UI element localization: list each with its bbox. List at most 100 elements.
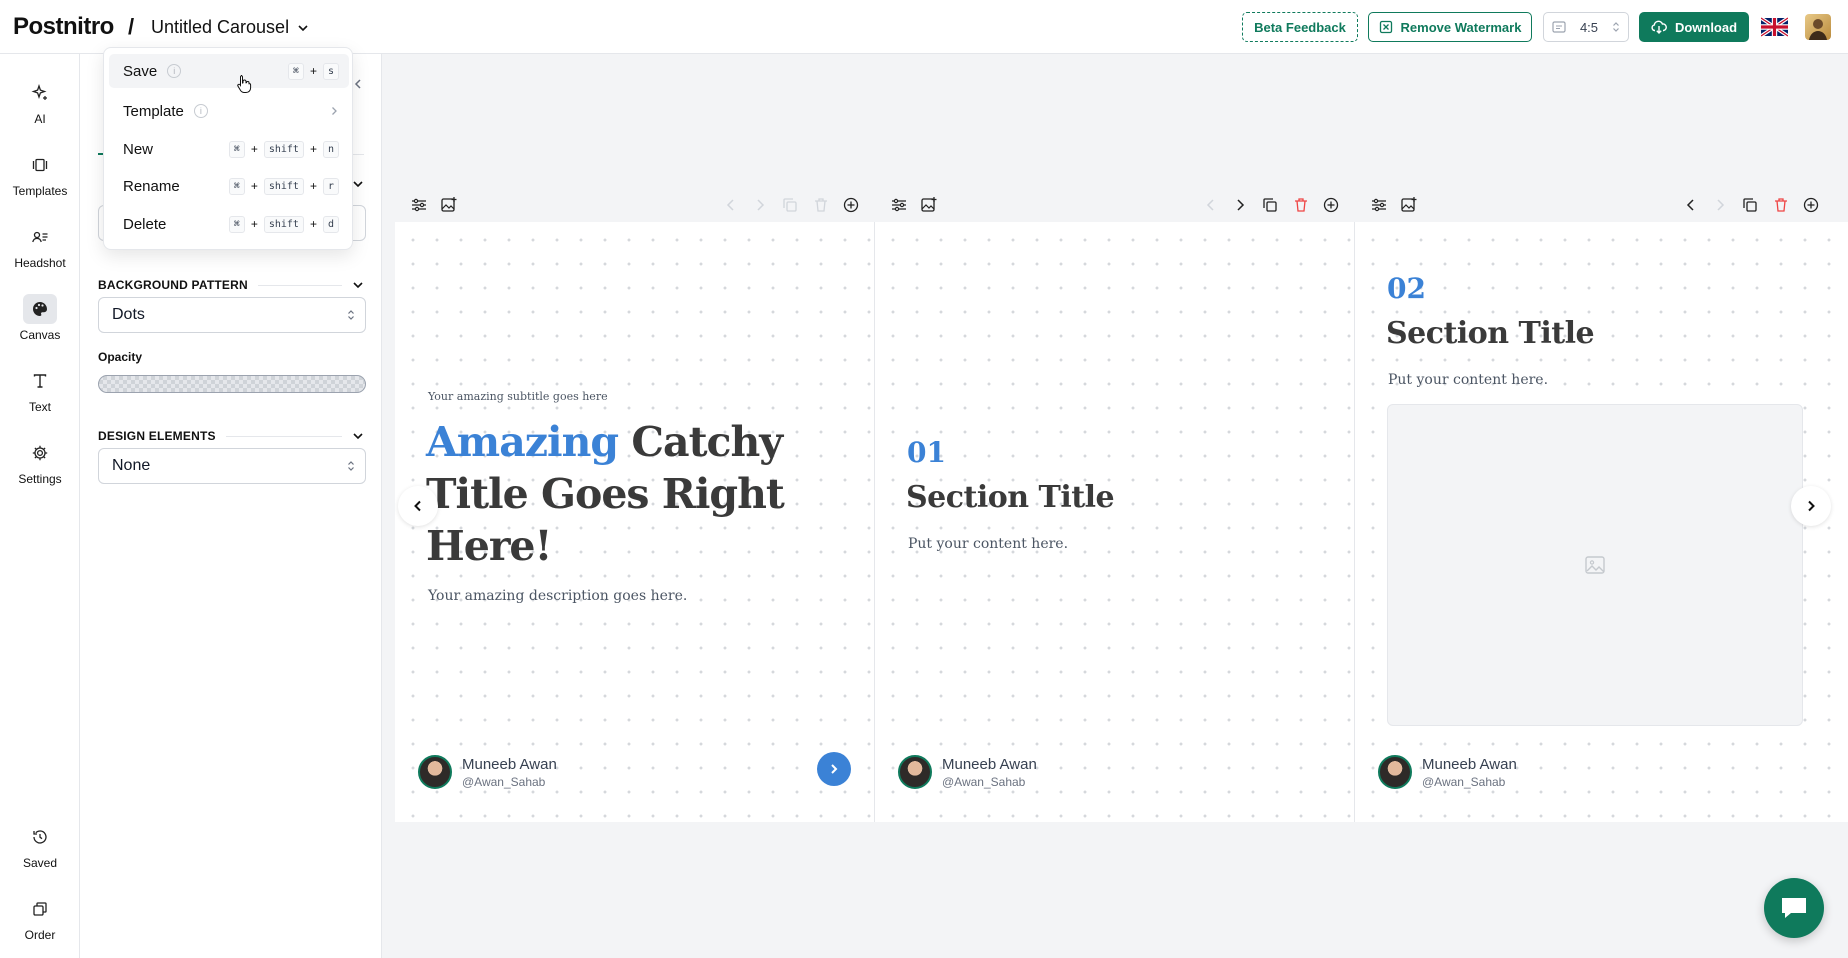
design-elements-select[interactable]: None — [98, 448, 366, 484]
rail-item-templates[interactable]: Templates — [0, 150, 80, 198]
slide2-title[interactable]: Section Title — [906, 480, 1115, 515]
delete-icon[interactable] — [1772, 196, 1790, 214]
uk-flag-icon[interactable] — [1761, 16, 1788, 38]
chevron-down-icon — [353, 433, 363, 440]
move-right-icon[interactable] — [1711, 196, 1729, 214]
author-block[interactable]: Muneeb Awan @Awan_Sahab — [898, 755, 1037, 789]
breadcrumb-separator: / — [128, 14, 135, 39]
move-right-icon[interactable] — [1231, 196, 1249, 214]
text-icon — [33, 374, 47, 388]
image-placeholder[interactable] — [1387, 404, 1803, 726]
plus-sign: + — [309, 142, 317, 156]
headshot-icon — [32, 231, 48, 243]
rail-item-headshot[interactable]: Headshot — [0, 222, 80, 270]
background-pattern-header[interactable]: BACKGROUND PATTERN — [98, 275, 364, 295]
add-slide-icon[interactable] — [1802, 196, 1820, 214]
author-name: Muneeb Awan — [1422, 755, 1517, 773]
slide2-body[interactable]: Put your content here. — [908, 536, 1068, 552]
app-logo[interactable]: Postnitro — [13, 13, 114, 41]
chevron-down-icon[interactable] — [352, 178, 364, 190]
background-pattern-value: Dots — [112, 306, 145, 323]
left-nav-rail: AI Templates Headshot Canvas Text Settin… — [0, 54, 80, 958]
add-image-icon[interactable] — [440, 196, 458, 214]
rail-label-order: Order — [24, 928, 56, 942]
plus-sign: + — [250, 217, 258, 231]
menu-item-delete[interactable]: Delete ⌘ + shift + d — [109, 207, 349, 241]
author-block[interactable]: Muneeb Awan @Awan_Sahab — [1378, 755, 1517, 789]
add-slide-icon[interactable] — [1322, 196, 1340, 214]
rail-label-settings: Settings — [18, 472, 62, 486]
document-menu: Save i ⌘ + s Template i New ⌘ + shift + … — [103, 47, 353, 250]
move-left-icon[interactable] — [722, 196, 740, 214]
rail-item-saved[interactable]: Saved — [0, 822, 80, 870]
user-avatar[interactable] — [1805, 14, 1831, 40]
slide3-title[interactable]: Section Title — [1386, 316, 1595, 351]
download-button[interactable]: Download — [1639, 12, 1749, 42]
close-panel-icon[interactable] — [352, 78, 364, 90]
slide-settings-icon[interactable] — [890, 196, 908, 214]
delete-shortcut: ⌘ + shift + d — [228, 215, 339, 233]
chevron-right-icon — [831, 764, 838, 774]
background-pattern-label: BACKGROUND PATTERN — [98, 278, 248, 292]
delete-icon[interactable] — [812, 196, 830, 214]
rail-item-order[interactable]: Order — [0, 894, 80, 942]
key-n: n — [322, 140, 339, 158]
title-accent: Amazing — [426, 418, 619, 466]
beta-feedback-button[interactable]: Beta Feedback — [1242, 12, 1358, 42]
duplicate-icon[interactable] — [781, 196, 799, 214]
slide1-title[interactable]: Amazing Catchy Title Goes Right Here! — [426, 416, 806, 572]
plus-sign: + — [309, 64, 317, 78]
carousel-prev-button[interactable] — [398, 486, 438, 526]
key-shift: shift — [263, 215, 304, 233]
slide2-number[interactable]: 01 — [907, 436, 946, 469]
menu-item-new[interactable]: New ⌘ + shift + n — [109, 132, 349, 166]
design-elements-label: DESIGN ELEMENTS — [98, 429, 216, 443]
duplicate-icon[interactable] — [1741, 196, 1759, 214]
menu-item-save[interactable]: Save i ⌘ + s — [109, 54, 349, 88]
aspect-ratio-select[interactable]: 4:5 — [1543, 12, 1629, 42]
top-header: Postnitro / Untitled Carousel Beta Feedb… — [0, 0, 1848, 54]
opacity-slider[interactable] — [98, 375, 366, 393]
key-cmd: ⌘ — [228, 215, 245, 233]
slide3-number[interactable]: 02 — [1387, 272, 1426, 305]
history-icon — [33, 830, 47, 844]
delete-icon[interactable] — [1292, 196, 1310, 214]
chat-support-button[interactable] — [1764, 878, 1824, 938]
rail-item-ai[interactable]: AI — [0, 78, 80, 126]
new-shortcut: ⌘ + shift + n — [228, 140, 339, 158]
hand-cursor-icon — [237, 75, 252, 93]
rail-item-settings[interactable]: Settings — [0, 438, 80, 486]
rail-item-canvas[interactable]: Canvas — [0, 294, 80, 342]
duplicate-icon[interactable] — [1261, 196, 1279, 214]
background-pattern-select[interactable]: Dots — [98, 297, 366, 333]
templates-icon — [32, 158, 48, 172]
menu-item-template[interactable]: Template i — [109, 94, 349, 128]
slide-next-indicator[interactable] — [817, 752, 851, 786]
menu-item-rename[interactable]: Rename ⌘ + shift + r — [109, 169, 349, 203]
slide1-subtitle[interactable]: Your amazing subtitle goes here — [428, 390, 608, 403]
add-image-icon[interactable] — [1400, 196, 1418, 214]
rail-item-text[interactable]: Text — [0, 366, 80, 414]
move-left-icon[interactable] — [1202, 196, 1220, 214]
carousel-next-button[interactable] — [1791, 486, 1831, 526]
slide-settings-icon[interactable] — [410, 196, 428, 214]
rail-label-canvas: Canvas — [19, 328, 61, 342]
info-icon: i — [167, 64, 182, 78]
document-title-dropdown[interactable]: Untitled Carousel — [151, 17, 309, 38]
slide3-body[interactable]: Put your content here. — [1388, 372, 1548, 388]
slide-divider — [874, 222, 875, 822]
add-image-icon[interactable] — [920, 196, 938, 214]
sparkle-icon — [31, 84, 47, 100]
rail-label-templates: Templates — [12, 184, 68, 198]
move-right-icon[interactable] — [751, 196, 769, 214]
slide1-description[interactable]: Your amazing description goes here. — [428, 588, 687, 604]
move-left-icon[interactable] — [1682, 196, 1700, 214]
remove-watermark-button[interactable]: Remove Watermark — [1368, 12, 1532, 42]
author-block[interactable]: Muneeb Awan @Awan_Sahab — [418, 755, 557, 789]
save-shortcut: ⌘ + s — [287, 62, 339, 80]
design-elements-header[interactable]: DESIGN ELEMENTS — [98, 426, 364, 446]
author-handle: @Awan_Sahab — [942, 774, 1026, 789]
add-slide-icon[interactable] — [842, 196, 860, 214]
slide-settings-icon[interactable] — [1370, 196, 1388, 214]
updown-icon — [348, 310, 354, 320]
